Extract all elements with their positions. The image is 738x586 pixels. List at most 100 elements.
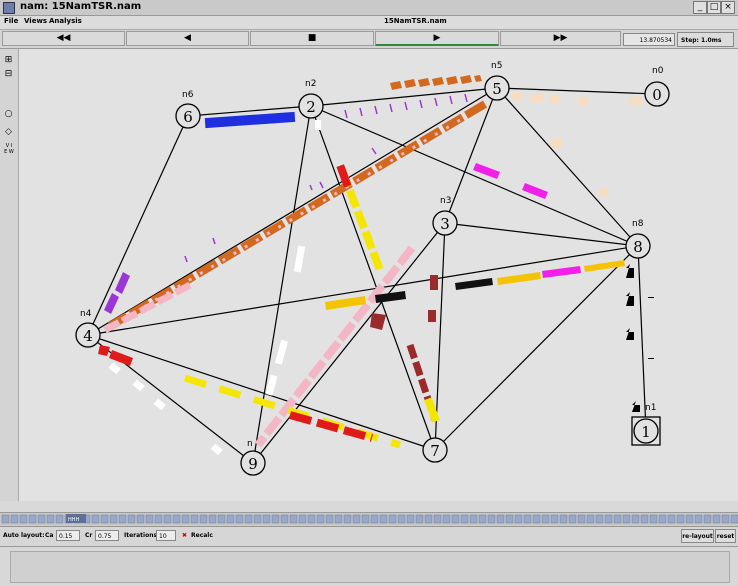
time-slider-track: HHH bbox=[0, 513, 738, 526]
close-button[interactable]: × bbox=[721, 1, 735, 14]
node-id: 4 bbox=[83, 327, 93, 345]
timeline-tick bbox=[406, 514, 415, 524]
timeline-tick bbox=[460, 514, 469, 524]
circle-tool-icon[interactable]: ○ bbox=[3, 109, 14, 120]
timeline-tick bbox=[568, 514, 577, 524]
menu-views[interactable]: Views bbox=[24, 17, 47, 25]
link-2-7 bbox=[310, 105, 436, 451]
link-5-4 bbox=[87, 87, 498, 336]
timeline-tick bbox=[37, 514, 46, 524]
timeline-tick bbox=[559, 514, 568, 524]
timeline-tick bbox=[622, 514, 631, 524]
timeline-tick bbox=[307, 514, 316, 524]
timeline-tick bbox=[244, 514, 253, 524]
network-canvas[interactable]: 0 2 5 6 3 8 4 7 9 1 n0 n2 n5 n6 n3 n8 n4… bbox=[19, 49, 738, 501]
timeline-tick bbox=[640, 514, 649, 524]
maximize-button[interactable]: □ bbox=[707, 1, 721, 14]
timeline-tick bbox=[541, 514, 550, 524]
timeline-tick bbox=[577, 514, 586, 524]
annotation-panel[interactable] bbox=[10, 551, 730, 583]
menu-file[interactable]: File bbox=[4, 17, 18, 25]
timeline-tick bbox=[10, 514, 19, 524]
timeline-tick bbox=[523, 514, 532, 524]
timeline-tick bbox=[730, 514, 738, 524]
timeline-tick bbox=[145, 514, 154, 524]
timeline-tick bbox=[334, 514, 343, 524]
timeline-tick bbox=[190, 514, 199, 524]
play-button[interactable]: ▶ bbox=[375, 31, 499, 46]
node-label: n5 bbox=[491, 61, 502, 71]
node-label: n bbox=[247, 439, 253, 449]
auto-layout-label: Auto layout: bbox=[3, 532, 45, 539]
link-2-5 bbox=[310, 87, 498, 107]
timeline-tick bbox=[424, 514, 433, 524]
node-id: 2 bbox=[306, 98, 316, 116]
node-id: 6 bbox=[183, 108, 193, 126]
timeline-tick bbox=[154, 514, 163, 524]
iterations-label: Iterations bbox=[124, 532, 158, 539]
node-label: n2 bbox=[305, 79, 316, 89]
timeline-tick bbox=[361, 514, 370, 524]
minimize-button[interactable]: _ bbox=[693, 1, 707, 14]
packet-blue bbox=[204, 111, 296, 129]
timeline-tick bbox=[604, 514, 613, 524]
annotation-area bbox=[0, 547, 738, 586]
timeline-tick bbox=[289, 514, 298, 524]
timeline-tick bbox=[19, 514, 28, 524]
node-id: 3 bbox=[440, 215, 450, 233]
timeline-tick bbox=[712, 514, 721, 524]
step-slider[interactable]: Step: 1.0ms bbox=[677, 32, 734, 47]
cr-field[interactable]: 0.75 bbox=[95, 530, 119, 541]
stop-button[interactable]: ■ bbox=[250, 31, 374, 46]
rewind-button[interactable]: ◀◀ bbox=[2, 31, 125, 46]
zoom-in-icon[interactable]: ⊞ bbox=[3, 55, 14, 66]
link-4-7 bbox=[87, 334, 436, 451]
step-back-button[interactable]: ◀ bbox=[126, 31, 249, 46]
node-id: 7 bbox=[430, 442, 440, 460]
iterations-field[interactable]: 10 bbox=[156, 530, 176, 541]
timeline-tick bbox=[280, 514, 289, 524]
timeline-tick bbox=[487, 514, 496, 524]
timeline-tick bbox=[271, 514, 280, 524]
node-label: n6 bbox=[182, 90, 194, 100]
ca-label: Ca bbox=[45, 532, 54, 539]
zoom-out-icon[interactable]: ⊟ bbox=[3, 69, 14, 80]
app-icon bbox=[3, 2, 15, 14]
time-slider[interactable]: HHH bbox=[0, 512, 738, 527]
node-id: 8 bbox=[633, 238, 643, 256]
timeline-tick bbox=[352, 514, 361, 524]
timeline-tick bbox=[442, 514, 451, 524]
node-id: 1 bbox=[641, 423, 651, 441]
packet-stream-4-8 bbox=[325, 260, 625, 310]
recalc-checkbox-icon[interactable]: ✖ bbox=[182, 532, 187, 539]
packet-orange bbox=[390, 81, 402, 90]
timeline-tick bbox=[676, 514, 685, 524]
timeline-tick bbox=[118, 514, 127, 524]
node-id: 0 bbox=[652, 86, 662, 104]
timeline-tick bbox=[316, 514, 325, 524]
timeline-tick bbox=[235, 514, 244, 524]
timeline-tick bbox=[703, 514, 712, 524]
fast-forward-button[interactable]: ▶▶ bbox=[500, 31, 621, 46]
timeline-tick bbox=[613, 514, 622, 524]
timeline-tick bbox=[127, 514, 136, 524]
reset-button[interactable]: reset bbox=[715, 529, 736, 543]
timeline-tick bbox=[136, 514, 145, 524]
menu-bar: File Views Analysis 15NamTSR.nam bbox=[0, 16, 738, 30]
node-id: 9 bbox=[248, 455, 258, 473]
link-6-4 bbox=[87, 115, 189, 336]
node-tool-icon[interactable]: ◇ bbox=[3, 127, 14, 138]
timeline-tick bbox=[226, 514, 235, 524]
timeline-tick bbox=[100, 514, 109, 524]
relayout-button[interactable]: re-layout bbox=[681, 529, 714, 543]
link-5-8 bbox=[496, 87, 639, 247]
timeline-tick bbox=[469, 514, 478, 524]
node-id: 5 bbox=[492, 80, 502, 98]
timeline-tick bbox=[631, 514, 640, 524]
menu-analysis[interactable]: Analysis bbox=[49, 17, 82, 25]
timeline-tick bbox=[478, 514, 487, 524]
timeline-tick bbox=[28, 514, 37, 524]
ca-field[interactable]: 0.15 bbox=[56, 530, 80, 541]
view-label: V I E W bbox=[4, 143, 14, 155]
timeline-tick bbox=[172, 514, 181, 524]
